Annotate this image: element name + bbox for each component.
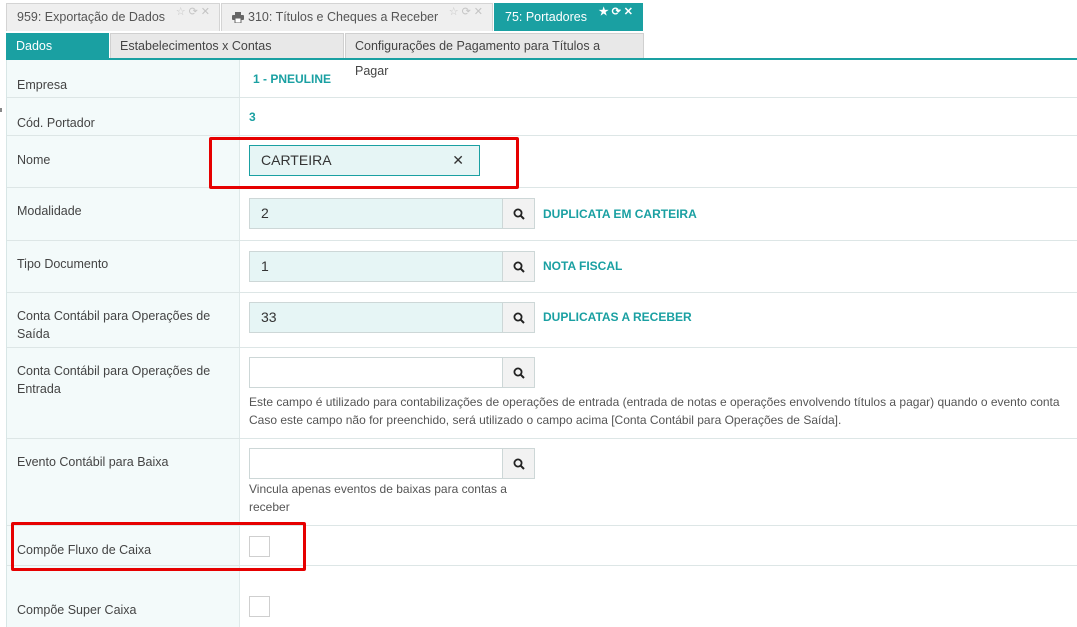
conta-saida-search-button[interactable]	[502, 302, 535, 333]
conta-saida-description: DUPLICATAS A RECEBER	[543, 310, 692, 324]
nome-label: Nome	[17, 153, 51, 167]
printer-icon	[232, 12, 244, 24]
modalidade-label: Modalidade	[17, 204, 82, 218]
window-tab-bar: 959: Exportação de Dados ☆⟳✕ 310: Título…	[0, 0, 1077, 31]
modalidade-search-button[interactable]	[502, 198, 535, 229]
tipo-documento-description: NOTA FISCAL	[543, 259, 623, 273]
conta-saida-label-line1: Conta Contábil para Operações de	[17, 309, 211, 323]
edge-marker	[0, 108, 2, 112]
conta-entrada-label-line2: Entrada	[17, 382, 61, 396]
refresh-icon[interactable]: ⟳	[462, 6, 474, 18]
star-icon[interactable]: ☆	[449, 6, 462, 18]
close-icon[interactable]: ✕	[624, 6, 636, 18]
modalidade-description: DUPLICATA EM CARTEIRA	[543, 207, 697, 221]
row-tipo-documento: Tipo Documento 1 NOTA FISCAL	[7, 241, 1077, 293]
row-modalidade: Modalidade 2 DUPLICATA EM CARTEIRA	[7, 188, 1077, 241]
tab-dados-basicos[interactable]: Dados Básicos	[6, 33, 109, 78]
conta-saida-value: 33	[261, 309, 277, 325]
evento-baixa-input[interactable]	[249, 448, 503, 479]
tab-controls: ★⟳✕	[599, 4, 636, 21]
evento-baixa-help-line1: Vincula apenas eventos de baixas para co…	[249, 482, 507, 496]
search-icon	[513, 458, 525, 470]
modalidade-input[interactable]: 2	[249, 198, 503, 229]
conta-saida-label-line2: Saída	[17, 327, 50, 341]
conta-entrada-search-button[interactable]	[502, 357, 535, 388]
row-evento-baixa: Evento Contábil para Baixa Vincula apena…	[7, 439, 1077, 526]
form-tab-bar: Dados Básicos Estabelecimentos x Contas …	[6, 31, 1077, 78]
conta-entrada-help-line2: Caso este campo não for preenchido, será…	[249, 413, 842, 427]
row-conta-entrada: Conta Contábil para Operações de Entrada…	[7, 348, 1077, 439]
star-icon[interactable]: ☆	[176, 6, 189, 18]
cod-portador-value: 3	[249, 110, 256, 124]
empresa-value: 1 - PNEULINE	[253, 72, 332, 86]
compoe-super-label: Compõe Super Caixa	[17, 603, 137, 617]
search-icon	[513, 261, 525, 273]
star-icon[interactable]: ★	[599, 6, 612, 18]
tab-controls: ☆⟳✕	[449, 4, 486, 21]
window-tab-label: 310: Títulos e Cheques a Receber	[248, 10, 439, 24]
tab-configuracoes-pagamento[interactable]: Configurações de Pagamento para Títulos …	[345, 33, 644, 78]
tipo-documento-search-button[interactable]	[502, 251, 535, 282]
window-tab-exportacao[interactable]: 959: Exportação de Dados ☆⟳✕	[6, 3, 220, 31]
evento-baixa-label: Evento Contábil para Baixa	[17, 455, 169, 469]
row-cod-portador: Cód. Portador 3	[7, 98, 1077, 136]
evento-baixa-help-line2: receber	[249, 500, 290, 514]
row-compoe-super: Compõe Super Caixa	[7, 566, 1077, 627]
modalidade-value: 2	[261, 205, 269, 221]
row-nome: Nome CARTEIRA ✕	[7, 136, 1077, 188]
conta-entrada-help-line1: Este campo é utilizado para contabilizaç…	[249, 395, 1060, 409]
tipo-documento-label: Tipo Documento	[17, 257, 109, 271]
refresh-icon[interactable]: ⟳	[189, 6, 201, 18]
window-tab-label: 75: Portadores	[505, 10, 587, 24]
empresa-label: Empresa	[17, 78, 68, 92]
close-icon[interactable]: ✕	[474, 6, 486, 18]
compoe-super-checkbox[interactable]	[249, 596, 270, 617]
row-empresa: Empresa 1 - PNEULINE	[7, 60, 1077, 98]
window-tab-titulos[interactable]: 310: Títulos e Cheques a Receber ☆⟳✕	[221, 3, 493, 31]
search-icon	[513, 208, 525, 220]
row-conta-saida: Conta Contábil para Operações de Saída 3…	[7, 293, 1077, 348]
highlight-nome	[209, 137, 519, 189]
tab-estabelecimentos[interactable]: Estabelecimentos x Contas Financeiras	[110, 33, 344, 78]
tipo-documento-input[interactable]: 1	[249, 251, 503, 282]
search-icon	[513, 312, 525, 324]
highlight-compoe-fluxo	[11, 522, 306, 571]
evento-baixa-search-button[interactable]	[502, 448, 535, 479]
conta-saida-input[interactable]: 33	[249, 302, 503, 333]
close-icon[interactable]: ✕	[201, 6, 213, 18]
tab-controls: ☆⟳✕	[176, 4, 213, 21]
conta-entrada-label-line1: Conta Contábil para Operações de	[17, 364, 211, 378]
window-tab-label: 959: Exportação de Dados	[17, 10, 166, 24]
cod-portador-label: Cód. Portador	[17, 116, 95, 130]
refresh-icon[interactable]: ⟳	[612, 6, 624, 18]
search-icon	[513, 367, 525, 379]
window-tab-portadores[interactable]: 75: Portadores ★⟳✕	[494, 3, 643, 31]
conta-entrada-input[interactable]	[249, 357, 503, 388]
tipo-documento-value: 1	[261, 258, 269, 274]
